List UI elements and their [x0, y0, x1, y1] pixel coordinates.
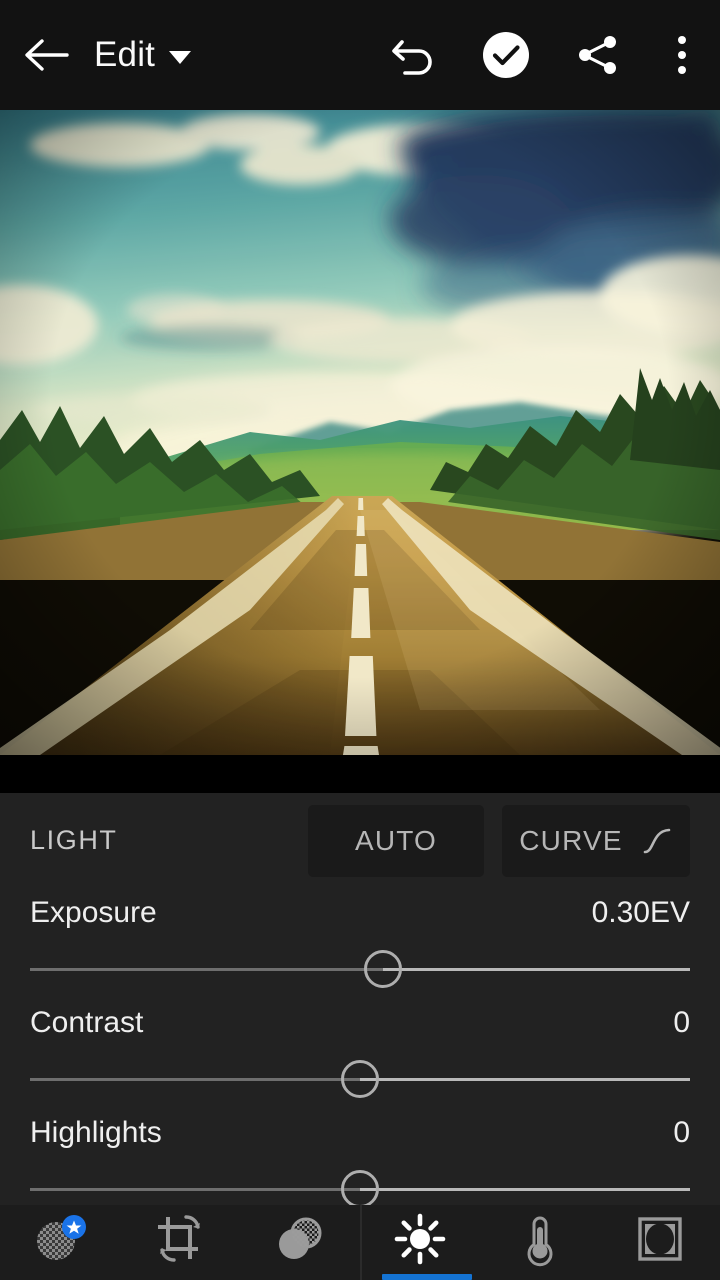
slider-contrast-thumb[interactable] — [341, 1060, 379, 1098]
share-icon — [579, 36, 616, 74]
check-circle-icon — [483, 32, 529, 78]
confirm-button[interactable] — [460, 0, 552, 110]
slider-contrast-track[interactable] — [30, 1050, 690, 1108]
back-button[interactable] — [0, 0, 92, 110]
slider-exposure-track[interactable] — [30, 940, 690, 998]
light-section-buttons: AUTO CURVE — [308, 804, 690, 877]
active-tab-indicator — [382, 1274, 472, 1280]
auto-button[interactable]: AUTO — [308, 804, 484, 877]
tone-curve-icon — [643, 828, 671, 853]
slider-highlights-value: 0 — [673, 1116, 690, 1149]
crop-rotate-icon — [158, 1214, 200, 1262]
photo-preview[interactable] — [0, 110, 720, 755]
curve-button[interactable]: CURVE — [502, 804, 690, 877]
sun-icon — [394, 1213, 446, 1264]
photo-editor-screen: Edit LIGHT AUTO CURVE Exposure 0.30EV Co… — [0, 0, 720, 1280]
photo-letterbox-gap — [0, 755, 720, 793]
tab-selective[interactable] — [240, 1205, 360, 1280]
undo-icon — [392, 40, 432, 75]
more-vertical-icon — [678, 36, 686, 74]
slider-contrast-rail-filled — [30, 1078, 360, 1081]
section-title-light: LIGHT — [30, 825, 118, 855]
screen-title-dropdown[interactable]: Edit — [92, 0, 192, 110]
tab-light[interactable] — [360, 1205, 480, 1280]
share-button[interactable] — [552, 0, 644, 110]
header-actions — [368, 0, 720, 110]
slider-highlights: Highlights 0 — [0, 1116, 720, 1218]
tab-color[interactable] — [480, 1205, 600, 1280]
toolbar-divider — [360, 1205, 362, 1280]
page-title: Edit — [94, 35, 156, 74]
slider-exposure-thumb[interactable] — [364, 950, 403, 988]
app-header: Edit — [0, 0, 720, 110]
undo-button[interactable] — [368, 0, 460, 110]
slider-contrast-value: 0 — [673, 1006, 690, 1039]
slider-exposure-rail-filled — [30, 968, 384, 971]
back-arrow-icon — [25, 39, 69, 71]
adjustments-panel: LIGHT AUTO CURVE Exposure 0.30EV Contras… — [0, 793, 720, 1208]
slider-exposure-value: 0.30EV — [591, 896, 690, 929]
slider-exposure-label: Exposure — [30, 896, 157, 929]
slider-exposure-header: Exposure 0.30EV — [30, 896, 690, 940]
curve-button-label: CURVE — [519, 824, 623, 856]
slider-highlights-thumb[interactable] — [341, 1170, 379, 1208]
vignette-frame-icon — [638, 1216, 682, 1261]
slider-contrast: Contrast 0 — [0, 1006, 720, 1108]
slider-contrast-header: Contrast 0 — [30, 1006, 690, 1050]
tab-presets[interactable] — [0, 1205, 120, 1280]
slider-contrast-label: Contrast — [30, 1006, 144, 1039]
slider-highlights-rail-filled — [30, 1188, 360, 1191]
tab-effects[interactable] — [600, 1205, 720, 1280]
auto-button-label: AUTO — [354, 824, 438, 856]
overflow-menu-button[interactable] — [644, 0, 720, 110]
photo-canvas — [0, 110, 720, 755]
selective-circles-icon — [279, 1217, 322, 1259]
chevron-down-icon — [169, 51, 192, 64]
slider-highlights-label: Highlights — [30, 1116, 162, 1149]
slider-highlights-header: Highlights 0 — [30, 1116, 690, 1160]
slider-exposure: Exposure 0.30EV — [0, 896, 720, 998]
tab-crop[interactable] — [120, 1205, 240, 1280]
presets-circle-icon — [37, 1214, 86, 1260]
light-section-header: LIGHT AUTO CURVE — [0, 793, 720, 888]
thermometer-icon — [527, 1215, 553, 1266]
